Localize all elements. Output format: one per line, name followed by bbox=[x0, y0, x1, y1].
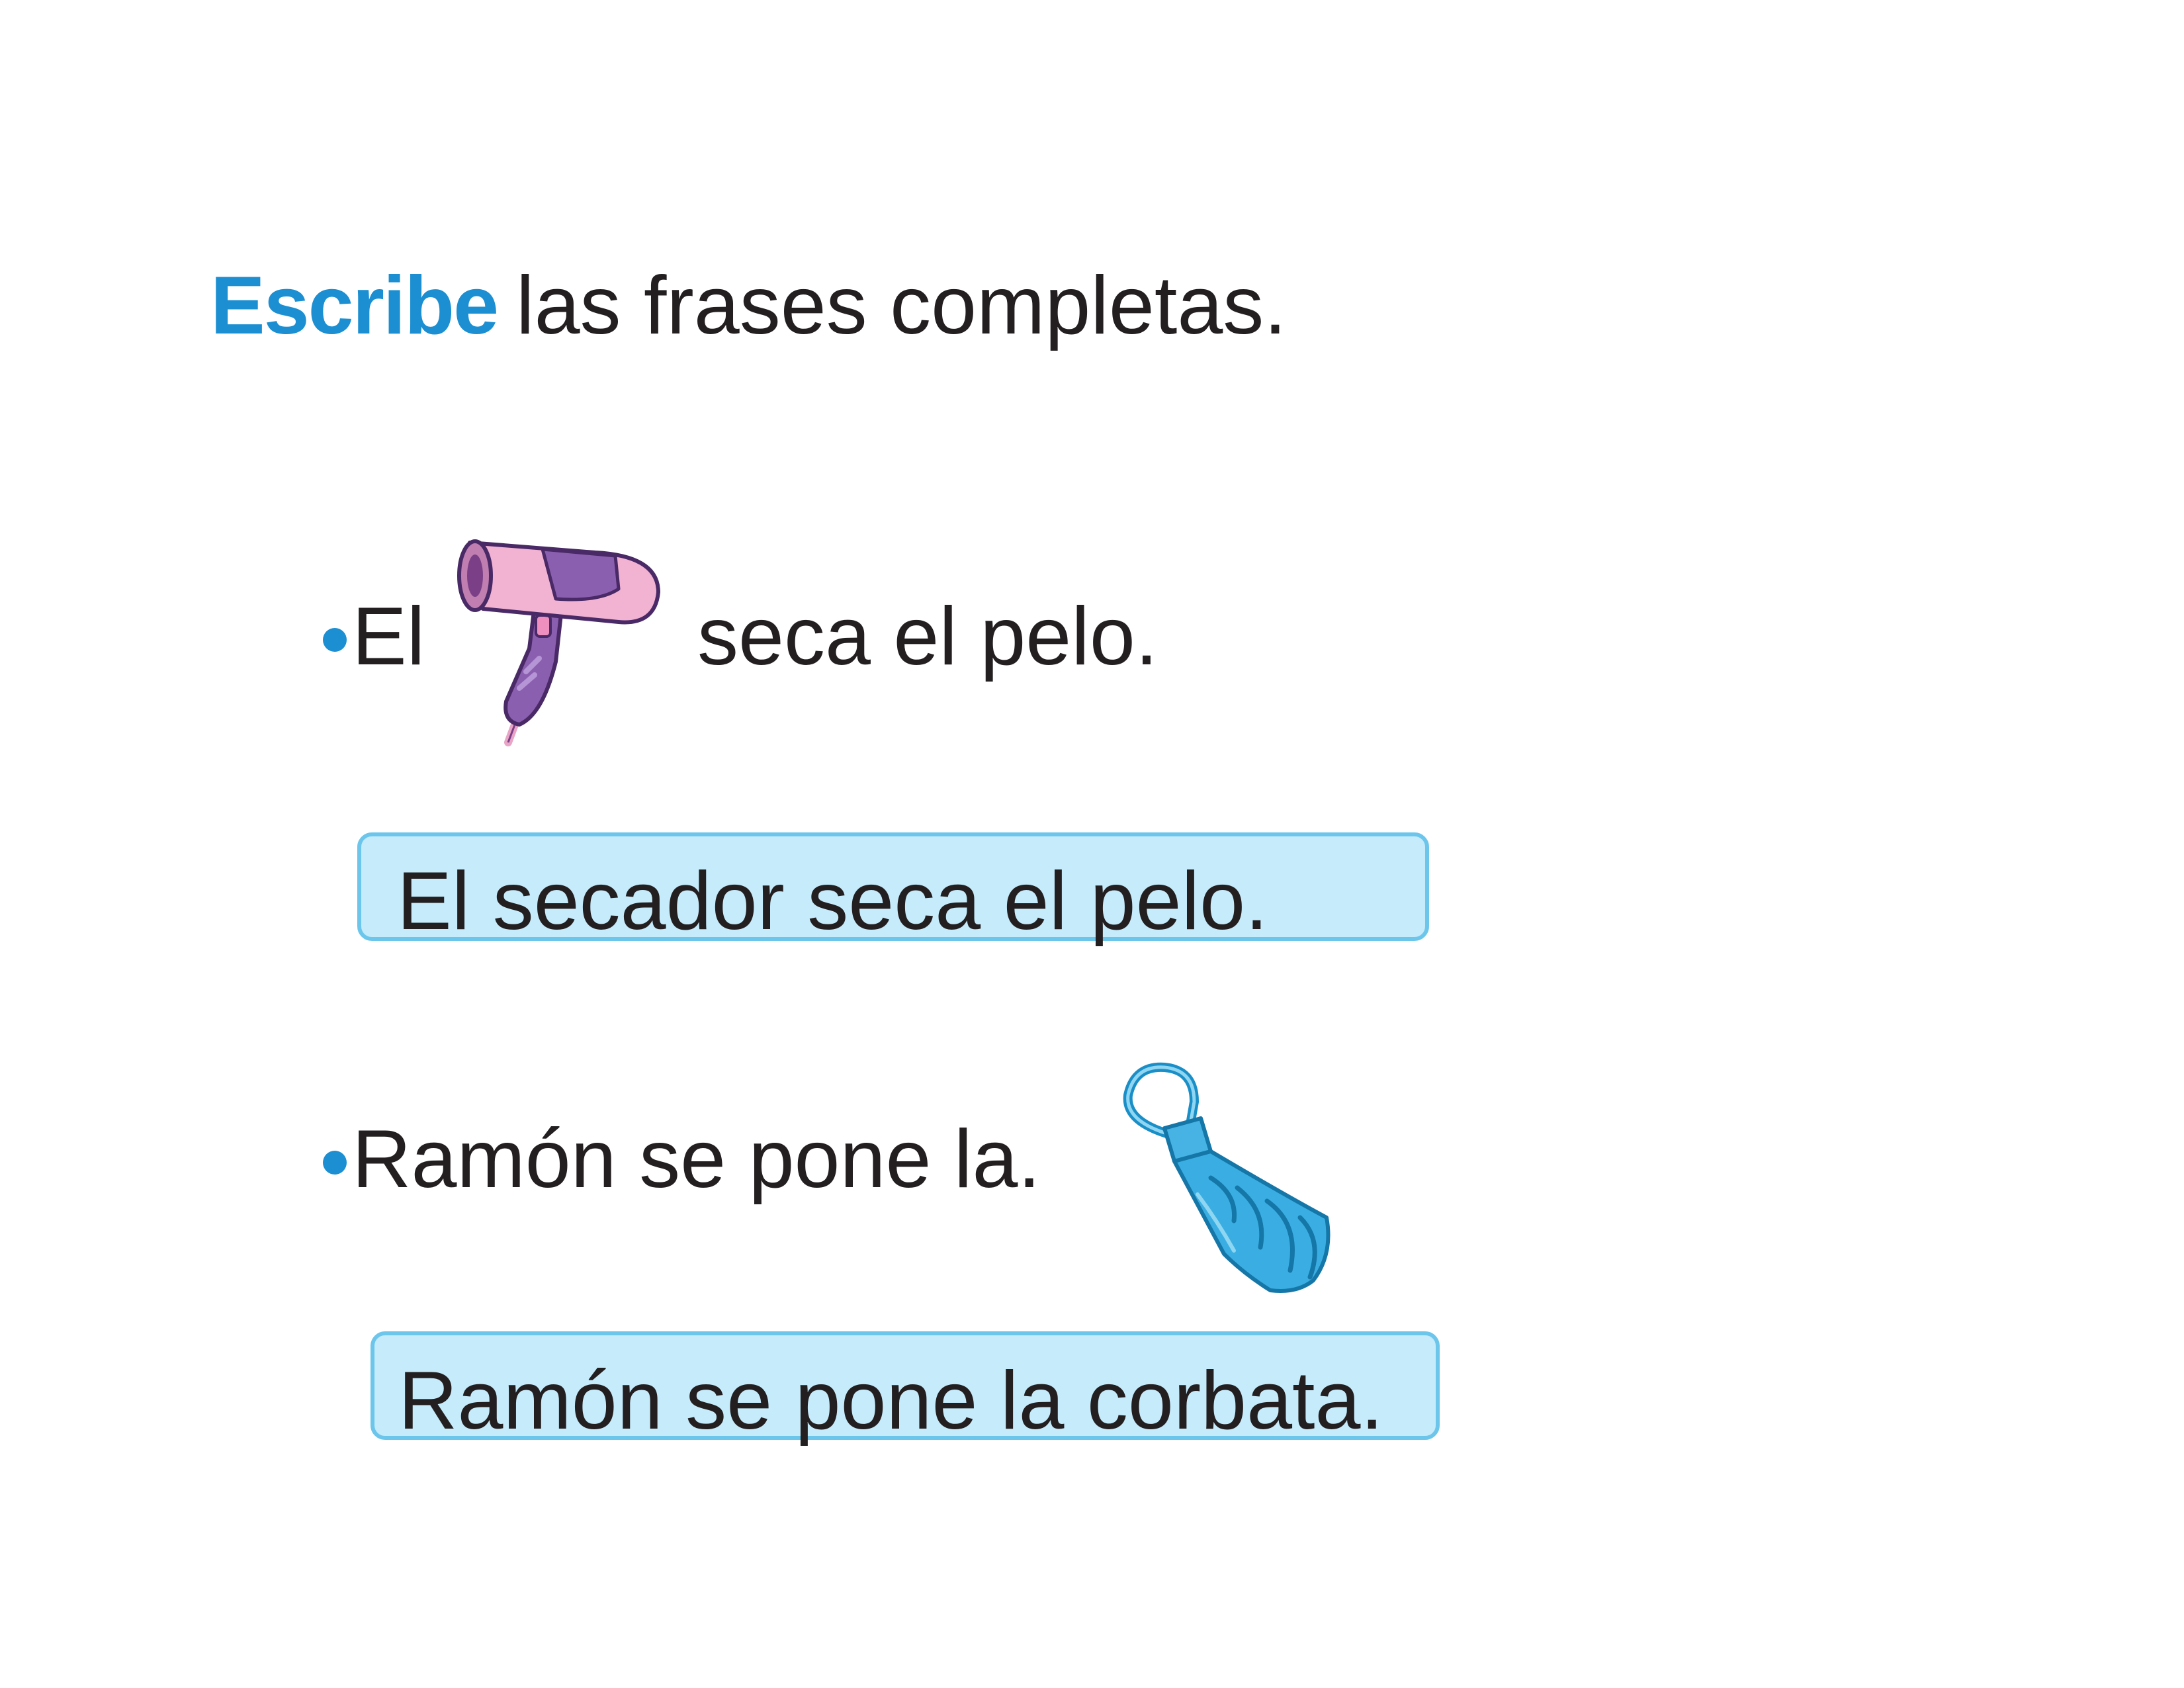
bullet-icon bbox=[323, 628, 347, 652]
instruction-verb: Escribe bbox=[210, 260, 499, 351]
item-2-answer: Ramón se pone la corbata. bbox=[398, 1355, 1383, 1446]
item-1-prompt-before: El bbox=[352, 591, 425, 682]
bullet-icon bbox=[323, 1151, 347, 1175]
item-1-prompt-start: El bbox=[323, 596, 425, 678]
item-2-prompt-text: Ramón se pone la. bbox=[352, 1114, 1041, 1205]
instruction-heading: Escribe las frases completas. bbox=[210, 265, 1287, 347]
necktie-icon bbox=[1123, 1062, 1331, 1293]
item-1-prompt-end: seca el pelo. bbox=[697, 591, 1158, 682]
instruction-text: las frases completas. bbox=[516, 260, 1287, 351]
item-2-prompt: Ramón se pone la. bbox=[323, 1118, 1041, 1200]
item-1-answer: El secador seca el pelo. bbox=[397, 856, 1268, 947]
hair-dryer-icon bbox=[457, 539, 660, 746]
